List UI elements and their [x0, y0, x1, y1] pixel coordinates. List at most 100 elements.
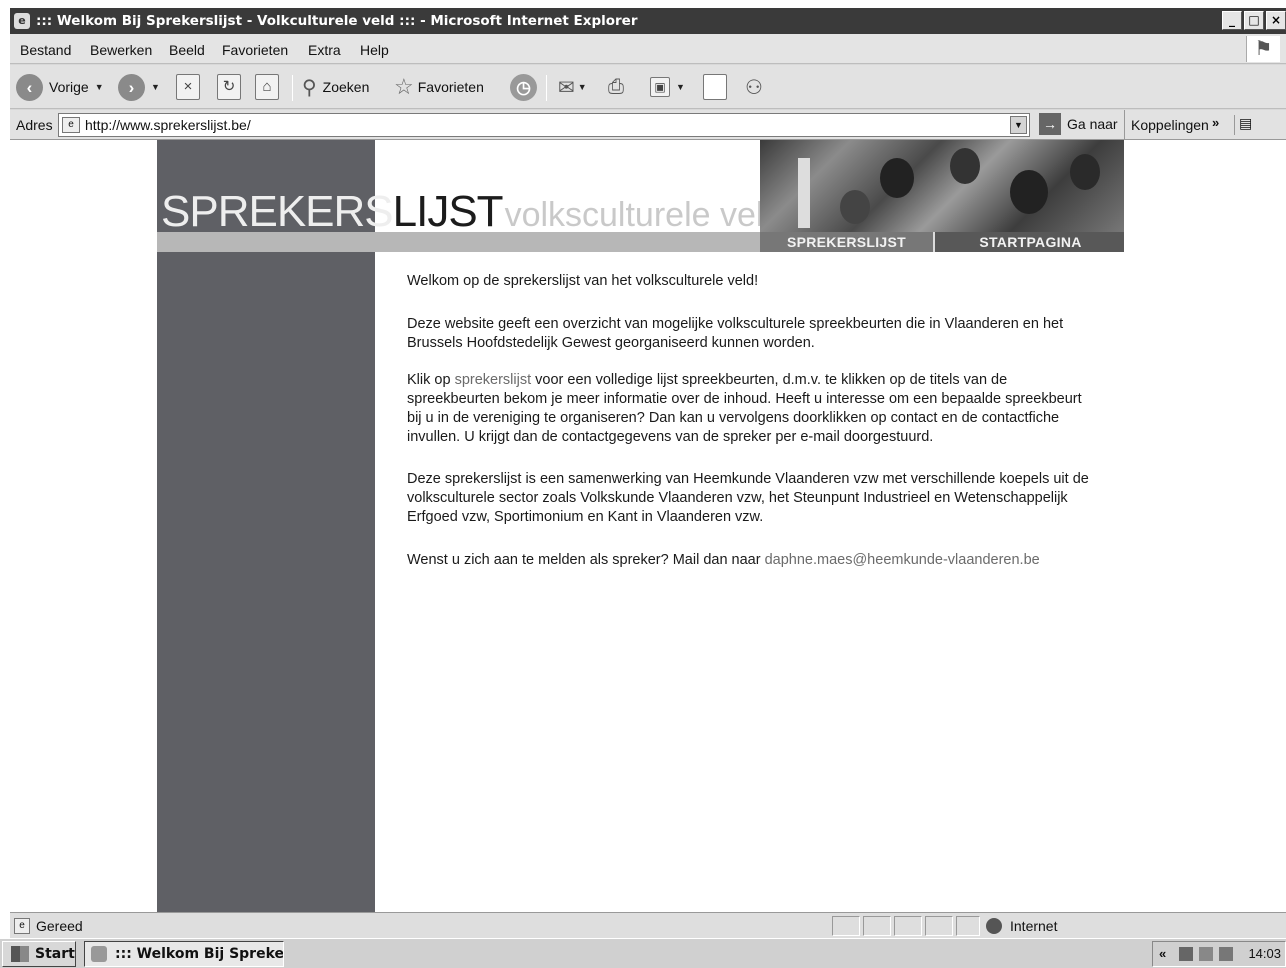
stop-button[interactable]: × [176, 73, 200, 101]
site-header: SPREKERSLIJSTvolksculturele veld SPREKER… [157, 140, 1124, 252]
toolbar-separator [292, 75, 293, 101]
refresh-icon: ↻ [217, 74, 241, 100]
header-nav: SPREKERSLIJST STARTPAGINA [760, 232, 1124, 252]
status-panel [863, 916, 891, 936]
status-bar: e Gereed Internet [10, 912, 1286, 938]
window-title: ::: Welkom Bij Sprekerslijst - Volkcultu… [36, 13, 638, 29]
status-page-icon: e [14, 918, 30, 934]
menu-favorieten[interactable]: Favorieten [222, 42, 288, 58]
photo-element [798, 158, 810, 228]
menu-bar: Bestand Bewerken Beeld Favorieten Extra … [10, 34, 1286, 64]
address-label: Adres [16, 117, 53, 133]
history-icon: ◷ [510, 73, 537, 101]
history-button[interactable]: ◷ [510, 73, 537, 101]
discuss-button[interactable] [703, 73, 727, 101]
favorites-label: Favorieten [417, 79, 484, 95]
menu-beeld[interactable]: Beeld [169, 42, 205, 58]
taskbar: Start ::: Welkom Bij Spreker... « 14:03 [0, 938, 1286, 968]
messenger-tray-icon[interactable] [1219, 947, 1233, 961]
photo-element [950, 148, 980, 184]
page-icon: e [62, 117, 80, 133]
welcome-text: Welkom op de sprekerslijst van het volks… [407, 273, 759, 289]
nav-startpagina[interactable]: STARTPAGINA [937, 232, 1124, 252]
signup-paragraph: Wenst u zich aan te melden als spreker? … [407, 551, 1097, 570]
email-link[interactable]: daphne.maes@heemkunde-vlaanderen.be [765, 552, 1040, 568]
address-input[interactable]: e http://www.sprekerslijst.be/ ▼ [58, 113, 1030, 137]
start-label: Start [35, 946, 75, 962]
discuss-icon [703, 74, 727, 100]
tray-expand-icon[interactable]: « [1159, 942, 1166, 966]
menu-bewerken[interactable]: Bewerken [90, 42, 152, 58]
mail-dropdown-icon[interactable]: ▼ [578, 82, 587, 92]
search-icon: ⚲ [302, 76, 317, 99]
go-button[interactable]: → Ga naar [1039, 113, 1118, 135]
sprekerslijst-link[interactable]: sprekerslijst [455, 372, 532, 388]
print-button[interactable]: ⎙ [608, 73, 624, 101]
mail-icon: ✉ [558, 76, 575, 99]
back-button[interactable]: ‹ Vorige ▼ [16, 73, 104, 101]
title-bar: e ::: Welkom Bij Sprekerslijst - Volkcul… [10, 8, 1286, 34]
logo-sprekers: SPREKERS [161, 187, 394, 236]
photo-element [880, 158, 914, 198]
photo-element [1010, 170, 1048, 214]
menu-bestand[interactable]: Bestand [20, 42, 71, 58]
globe-icon [986, 918, 1002, 934]
links-more-icon[interactable]: » [1212, 115, 1219, 130]
status-panel [956, 916, 980, 936]
intro-paragraph: Deze website geeft een overzicht van mog… [407, 316, 1064, 351]
minimize-button[interactable]: _ [1222, 11, 1242, 30]
status-panel [832, 916, 860, 936]
messenger-button[interactable]: ⚇ [745, 73, 763, 101]
logo-subtitle: volksculturele veld [504, 196, 783, 234]
menu-help[interactable]: Help [360, 42, 389, 58]
stop-icon: × [176, 74, 200, 100]
page-viewport: SPREKERSLIJSTvolksculturele veld SPREKER… [10, 140, 1286, 912]
search-button[interactable]: ⚲ Zoeken [302, 73, 369, 101]
mail-button[interactable]: ✉ ▼ [558, 73, 587, 101]
status-panel [925, 916, 953, 936]
links-button[interactable]: Koppelingen [1124, 110, 1209, 140]
photo-element [840, 190, 870, 224]
menu-extra[interactable]: Extra [308, 42, 341, 58]
taskbar-item-label: ::: Welkom Bij Spreker... [115, 946, 284, 962]
ie-icon [91, 946, 107, 962]
ie-app-icon: e [14, 13, 30, 29]
close-button[interactable]: × [1266, 11, 1286, 30]
address-url[interactable]: http://www.sprekerslijst.be/ [85, 117, 251, 133]
status-text: Gereed [36, 918, 83, 934]
photo-element [1070, 154, 1100, 190]
favorites-button[interactable]: ☆ Favorieten [394, 73, 484, 101]
refresh-button[interactable]: ↻ [217, 73, 241, 101]
star-icon: ☆ [394, 74, 414, 99]
logo-lijst: LIJST [392, 187, 504, 236]
network-icon[interactable] [1179, 947, 1193, 961]
taskbar-ie-window[interactable]: ::: Welkom Bij Spreker... [84, 941, 284, 967]
links-page-icon[interactable]: ▤ [1234, 115, 1256, 135]
back-dropdown-icon[interactable]: ▼ [95, 82, 104, 92]
clock: 14:03 [1248, 946, 1281, 961]
home-icon: ⌂ [255, 74, 279, 100]
toolbar-separator [546, 75, 547, 101]
nav-sprekerslijst[interactable]: SPREKERSLIJST [760, 232, 935, 252]
home-button[interactable]: ⌂ [255, 73, 279, 101]
audience-photo [760, 140, 1124, 232]
address-dropdown-icon[interactable]: ▼ [1010, 116, 1027, 134]
address-bar: Adres e http://www.sprekerslijst.be/ ▼ →… [10, 110, 1286, 140]
forward-dropdown-icon[interactable]: ▼ [151, 82, 160, 92]
window-controls: _ □ × [1222, 11, 1286, 30]
site-logo: SPREKERSLIJSTvolksculturele veld [161, 188, 782, 239]
volume-icon[interactable] [1199, 947, 1213, 961]
windows-flag-icon [11, 946, 29, 962]
windows-logo-icon: ⚑ [1246, 36, 1280, 62]
browser-window: e ::: Welkom Bij Sprekerslijst - Volkcul… [10, 8, 1286, 968]
edit-button[interactable]: ▣ ▼ [650, 73, 685, 101]
back-label: Vorige [49, 79, 89, 95]
forward-button[interactable]: › ▼ [118, 73, 160, 101]
system-tray: « 14:03 [1152, 941, 1286, 967]
go-arrow-icon: → [1039, 113, 1061, 135]
maximize-button[interactable]: □ [1244, 11, 1264, 30]
search-label: Zoeken [322, 79, 370, 95]
edit-dropdown-icon[interactable]: ▼ [676, 82, 685, 92]
start-button[interactable]: Start [2, 941, 76, 967]
left-sidebar-column [157, 140, 375, 912]
